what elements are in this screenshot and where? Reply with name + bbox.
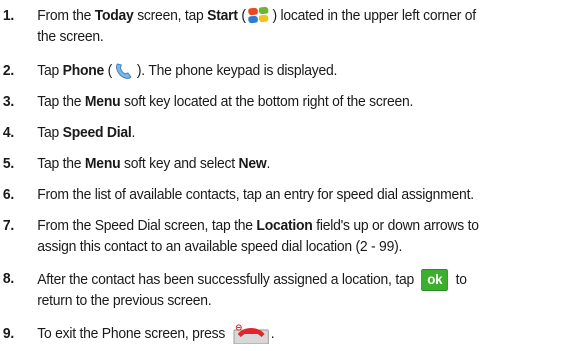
phone-handset-icon bbox=[114, 62, 135, 80]
location-label: Location bbox=[256, 218, 313, 234]
step-number: 7. bbox=[2, 218, 15, 234]
step-number: 6. bbox=[2, 187, 15, 203]
today-label: Today bbox=[94, 8, 134, 24]
step-number: 4. bbox=[2, 125, 15, 141]
phone-label: Phone bbox=[62, 63, 105, 79]
step-number: 1. bbox=[2, 8, 15, 24]
menu-label: Menu bbox=[84, 94, 121, 110]
windows-start-icon bbox=[248, 6, 271, 25]
instruction-page: 1. From the Today screen, tap Start () l… bbox=[0, 0, 586, 351]
speed-dial-label: Speed Dial bbox=[62, 125, 132, 141]
start-label: Start bbox=[207, 8, 238, 24]
step-number: 2. bbox=[2, 63, 15, 79]
step-number: 3. bbox=[2, 94, 15, 110]
step-number: 9. bbox=[2, 326, 15, 342]
end-call-key-icon bbox=[233, 324, 271, 345]
ok-button-icon: ok bbox=[421, 269, 449, 291]
step-number: 5. bbox=[2, 156, 15, 172]
new-label: New bbox=[238, 156, 267, 172]
step-number: 8. bbox=[2, 271, 15, 287]
menu-label: Menu bbox=[84, 156, 121, 172]
